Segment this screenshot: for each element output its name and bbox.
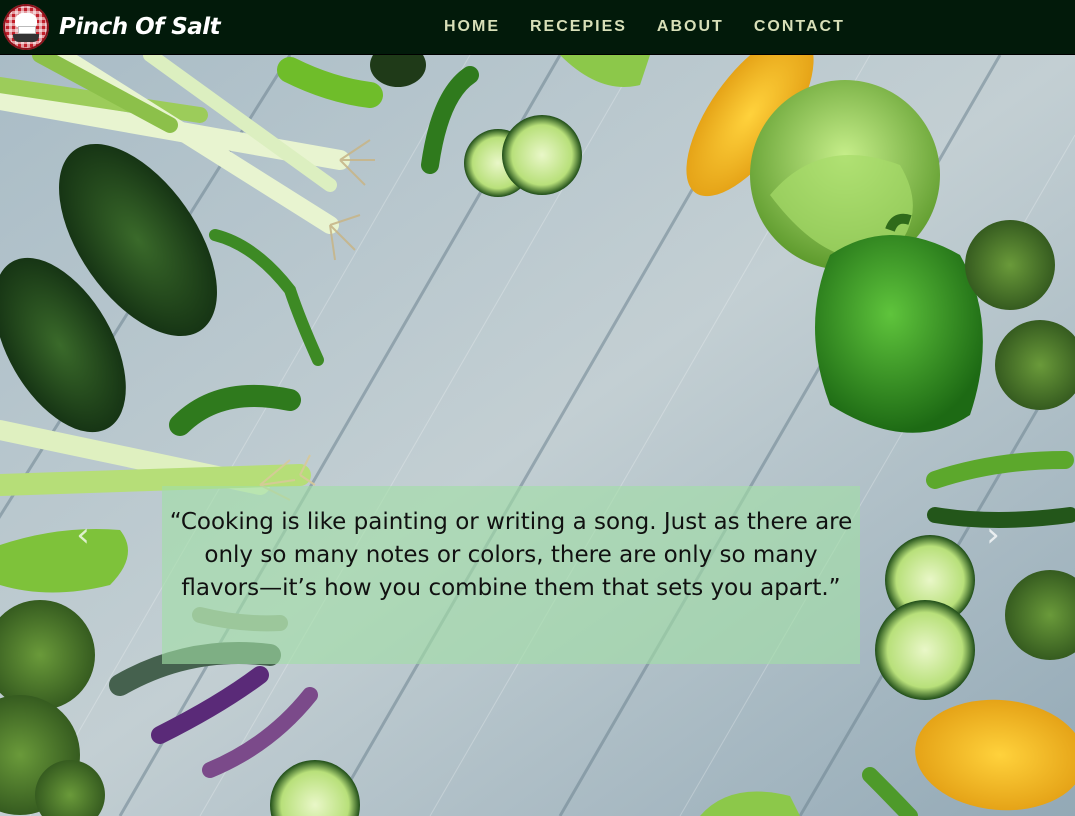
nav-home[interactable]: HOME bbox=[444, 18, 500, 36]
vegetables-on-wood-table-image bbox=[0, 55, 1075, 816]
brand-name: Pinch Of Salt bbox=[59, 14, 221, 40]
brand-link[interactable]: Pinch Of Salt bbox=[3, 3, 221, 51]
nav-recepies[interactable]: RECEPIES bbox=[530, 18, 627, 36]
quote-text: “Cooking is like painting or writing a s… bbox=[169, 509, 853, 601]
quote-caption: “Cooking is like painting or writing a s… bbox=[162, 486, 860, 664]
chevron-right-icon[interactable]: › bbox=[978, 515, 1008, 555]
navbar: Pinch Of Salt HOME RECEPIES ABOUT CONTAC… bbox=[0, 0, 1075, 55]
nav-about[interactable]: ABOUT bbox=[657, 18, 724, 36]
chef-hat-logo-icon bbox=[3, 4, 49, 50]
hero-carousel: ‹ › “Cooking is like painting or writing… bbox=[0, 55, 1075, 816]
chevron-left-icon[interactable]: ‹ bbox=[68, 515, 98, 555]
nav-contact[interactable]: CONTACT bbox=[754, 18, 845, 36]
main-nav: HOME RECEPIES ABOUT CONTACT bbox=[444, 0, 875, 55]
